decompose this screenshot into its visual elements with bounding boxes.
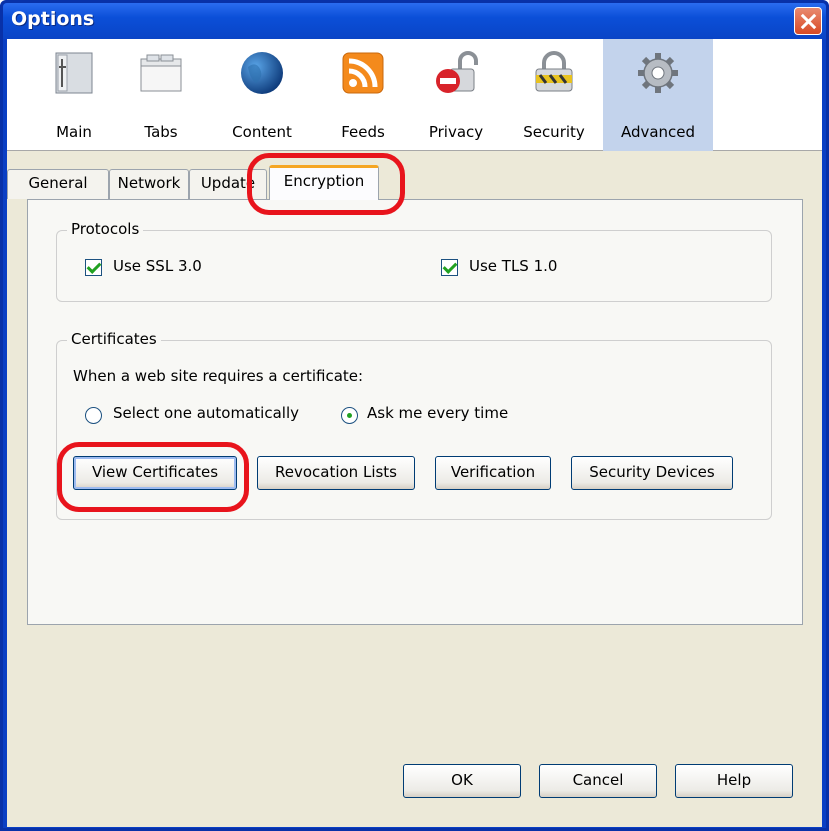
pane-toolbar: Main Tabs Content Feeds Privacy Security… [7,39,822,151]
cancel-button[interactable]: Cancel [539,764,657,798]
tab-network[interactable]: Network [109,169,189,199]
encryption-panel: Protocols Use SSL 3.0 Use TLS 1.0 Certif… [27,199,803,625]
pane-content-label: Content [232,123,292,141]
select-automatically-label[interactable]: Select one automatically [113,404,299,422]
tab-update[interactable]: Update [189,169,267,199]
main-pane-icon [55,52,93,94]
certificates-group: Certificates When a web site requires a … [56,330,772,520]
dialog-client-area: Main Tabs Content Feeds Privacy Security… [7,39,822,827]
security-devices-button[interactable]: Security Devices [571,456,733,490]
close-button[interactable] [794,7,822,35]
padlock-stop-icon [436,51,478,93]
pane-main-label: Main [56,123,92,141]
pane-main-button[interactable]: Main [38,39,110,151]
pane-privacy-button[interactable]: Privacy [412,39,500,151]
globe-icon [241,52,283,94]
tabs-pane-icon [140,54,182,92]
protocols-group: Protocols Use SSL 3.0 Use TLS 1.0 [56,220,772,302]
title-bar[interactable]: Options [3,3,826,39]
pane-advanced-button[interactable]: Advanced [603,39,713,151]
use-tls-label[interactable]: Use TLS 1.0 [469,257,557,275]
tab-update-label: Update [200,174,256,192]
tab-general[interactable]: General [7,169,109,199]
ask-every-time-radio[interactable] [341,407,358,424]
security-padlock-icon [535,51,573,92]
pane-privacy-label: Privacy [428,123,484,141]
pane-advanced-label: Advanced [620,123,696,141]
certificate-prompt: When a web site requires a certificate: [73,367,364,385]
pane-tabs-button[interactable]: Tabs [128,39,194,151]
options-dialog: Options Main Tabs Content Feeds Privacy … [0,0,829,831]
tab-network-label: Network [117,174,181,192]
use-tls-checkbox[interactable] [441,259,458,276]
ok-button[interactable]: OK [403,764,521,798]
gear-icon [638,53,678,93]
ask-every-time-label[interactable]: Ask me every time [367,404,508,422]
certificates-legend: Certificates [67,330,161,348]
verification-button[interactable]: Verification [435,456,551,490]
pane-security-label: Security [523,123,585,141]
select-automatically-radio[interactable] [85,407,102,424]
tab-encryption[interactable]: Encryption [269,165,379,200]
protocols-legend: Protocols [67,220,144,238]
help-button[interactable]: Help [675,764,793,798]
use-ssl-checkbox[interactable] [85,259,102,276]
pane-feeds-button[interactable]: Feeds [324,39,402,151]
tab-general-label: General [28,174,88,192]
rss-feed-icon [342,52,384,94]
use-ssl-label[interactable]: Use SSL 3.0 [113,257,202,275]
tab-encryption-label: Encryption [283,172,365,190]
pane-tabs-label: Tabs [144,123,178,141]
view-certificates-button[interactable]: View Certificates [73,456,237,490]
revocation-lists-button[interactable]: Revocation Lists [257,456,415,490]
pane-content-button[interactable]: Content [214,39,310,151]
window-title: Options [11,8,95,30]
pane-security-button[interactable]: Security [508,39,600,151]
pane-feeds-label: Feeds [341,123,385,141]
